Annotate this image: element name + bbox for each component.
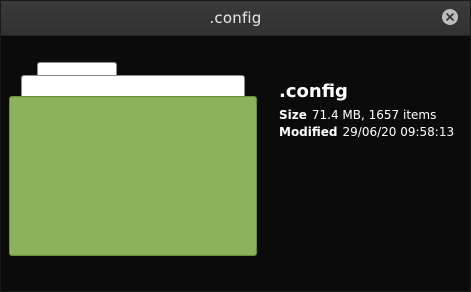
size-label: Size [279, 108, 307, 122]
close-icon [446, 13, 454, 21]
modified-value: 29/06/20 09:58:13 [342, 125, 455, 139]
window-title: .config [209, 9, 262, 27]
modified-label: Modified [279, 125, 338, 139]
modified-row: Modified 29/06/20 09:58:13 [279, 124, 454, 141]
size-value: 71.4 MB, 1657 items [311, 108, 437, 122]
properties-window: .config .config Size 71.4 MB, 1657 items … [0, 0, 471, 292]
folder-icon [9, 62, 259, 257]
size-row: Size 71.4 MB, 1657 items [279, 107, 454, 124]
file-info: .config Size 71.4 MB, 1657 items Modified… [279, 81, 454, 141]
titlebar[interactable]: .config [1, 1, 470, 36]
file-name: .config [279, 81, 348, 102]
folder-front [9, 96, 257, 256]
close-button[interactable] [442, 9, 458, 25]
